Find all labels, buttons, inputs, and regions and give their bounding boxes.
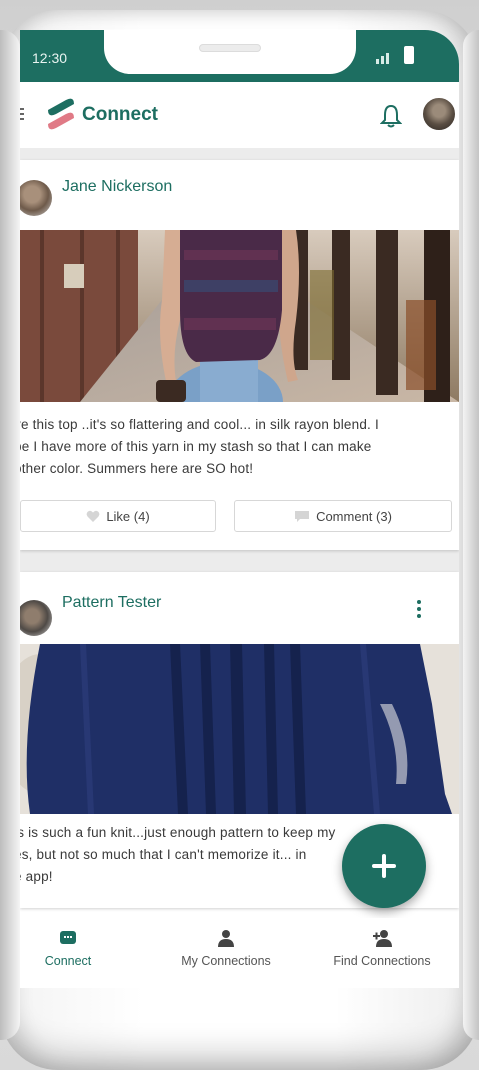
post-text-line: other color. Summers here are SO hot! [20, 461, 254, 476]
phone-right-edge [463, 30, 479, 1040]
author-name[interactable]: Pattern Tester [62, 594, 161, 612]
comment-button[interactable]: Comment (3) [234, 500, 452, 532]
author-avatar[interactable] [20, 600, 52, 636]
post-feed: Jane Nickerson ve this top ..it's so fla… [20, 148, 459, 908]
nav-item-find-connections[interactable]: Find Connections [314, 928, 450, 982]
create-post-fab[interactable] [342, 824, 426, 908]
heart-icon [86, 510, 100, 522]
menu-icon[interactable] [20, 108, 24, 120]
bell-icon[interactable] [380, 104, 402, 128]
bottom-navigation: Connect My Connections Find Connections [20, 918, 459, 988]
phone-screen: 12:30 Connect Jane Nickerson ve this top… [20, 30, 459, 988]
post-text-line: ve this top ..it's so flattering and coo… [20, 417, 379, 432]
user-avatar[interactable] [421, 96, 457, 132]
post-text: ve this top ..it's so flattering and coo… [20, 414, 454, 480]
status-bar: 12:30 [20, 30, 459, 82]
signal-icon [376, 50, 394, 64]
comment-icon [295, 510, 310, 522]
more-options-icon[interactable] [417, 600, 423, 620]
nav-label-connect: Connect [44, 954, 92, 968]
comment-label: Comment (3) [316, 508, 392, 524]
post-photo-knit[interactable] [20, 644, 459, 814]
app-bar: Connect [20, 82, 459, 148]
status-time: 12:30 [32, 50, 68, 66]
battery-icon [404, 46, 414, 64]
nav-item-connect[interactable]: Connect [30, 928, 106, 982]
phone-left-edge [0, 30, 20, 1040]
author-name[interactable]: Jane Nickerson [62, 178, 172, 196]
nav-item-my-connections[interactable]: My Connections [164, 928, 288, 982]
logo-icon [48, 98, 74, 130]
author-avatar[interactable] [20, 180, 52, 216]
post-text-line: pe I have more of this yarn in my stash … [20, 439, 372, 454]
notch [104, 30, 356, 74]
app-title: Connect [82, 104, 158, 125]
post-photo-top[interactable] [20, 230, 459, 402]
like-label: Like (4) [106, 508, 150, 524]
nav-label-find-connections: Find Connections [333, 954, 431, 968]
chat-icon [60, 931, 76, 944]
person-add-icon [373, 930, 392, 947]
post-card: Jane Nickerson ve this top ..it's so fla… [20, 160, 459, 550]
speaker-grille [199, 44, 261, 52]
like-button[interactable]: Like (4) [20, 500, 216, 532]
person-icon [218, 930, 234, 947]
nav-label-my-connections: My Connections [181, 954, 271, 968]
